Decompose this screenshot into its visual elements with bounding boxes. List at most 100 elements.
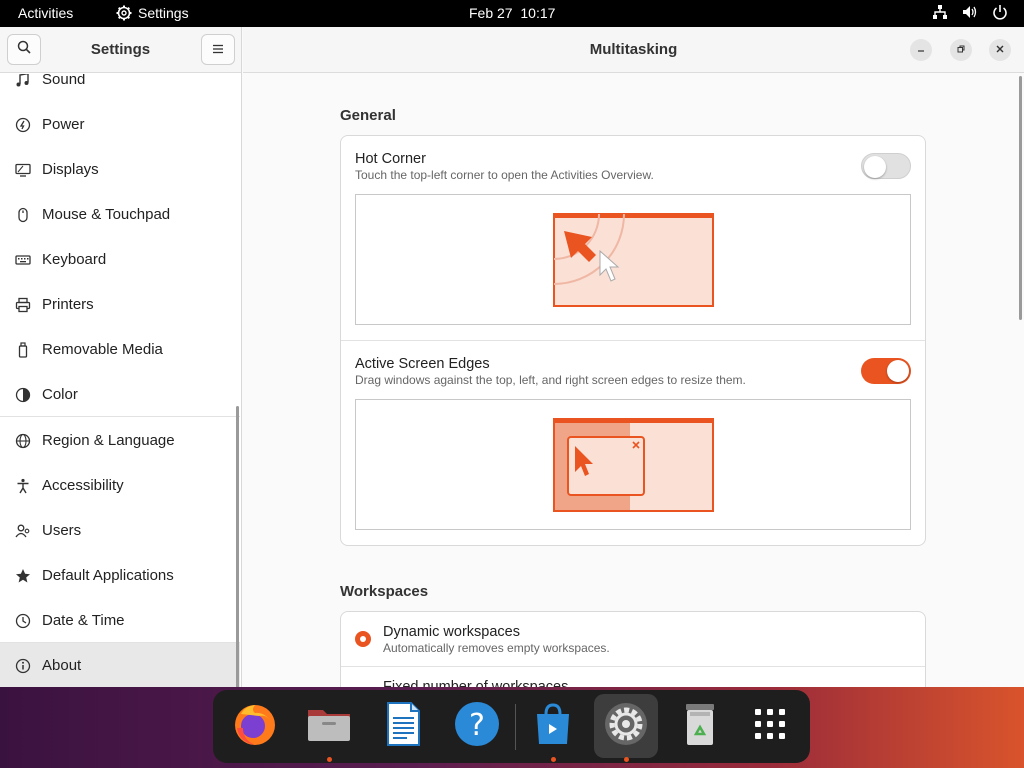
system-tray[interactable]	[932, 4, 1008, 20]
sidebar-item-label: Accessibility	[42, 477, 124, 494]
sidebar-item-color[interactable]: Color	[0, 372, 240, 417]
power-icon[interactable]	[992, 4, 1008, 20]
content-scrollbar[interactable]	[1019, 76, 1022, 320]
sidebar-item-label: Mouse & Touchpad	[42, 206, 171, 223]
active-edges-preview	[355, 399, 911, 530]
sidebar-header: Settings	[0, 27, 241, 73]
sidebar-item-label: Printers	[42, 296, 94, 313]
sidebar-item-label: Power	[42, 116, 85, 133]
main-header: Multitasking	[243, 27, 1024, 73]
active-edges-title: Active Screen Edges	[355, 356, 490, 372]
sidebar-item-label: Displays	[42, 161, 99, 178]
minimize-icon	[916, 41, 926, 59]
running-indicator	[624, 757, 629, 762]
sidebar: Settings Sound Power Displays Mouse & To…	[0, 27, 242, 687]
help-icon: ?	[453, 700, 501, 753]
color-icon	[12, 387, 34, 403]
printer-icon	[12, 297, 34, 313]
switch-knob	[887, 360, 909, 382]
close-button[interactable]	[989, 39, 1011, 61]
minimize-button[interactable]	[910, 39, 932, 61]
star-icon	[12, 568, 34, 584]
usb-drive-icon	[12, 341, 34, 358]
sidebar-scrollbar[interactable]	[236, 406, 239, 687]
maximize-button[interactable]	[950, 39, 972, 61]
general-card: Hot Corner Touch the top-left corner to …	[340, 135, 926, 546]
section-title-workspaces: Workspaces	[340, 583, 429, 600]
main-content[interactable]: General Hot Corner Touch the top-left co…	[243, 74, 1024, 687]
hot-corner-preview	[355, 194, 911, 325]
sidebar-item-date-time[interactable]: Date & Time	[0, 598, 240, 643]
dock-help[interactable]: ?	[445, 694, 509, 758]
dock-separator	[515, 704, 516, 750]
row-separator	[341, 666, 925, 667]
software-icon	[529, 700, 577, 753]
section-title-general: General	[340, 107, 396, 124]
clock-date: Feb 27	[469, 5, 513, 21]
dynamic-workspaces-radio[interactable]	[355, 631, 371, 647]
app-grid-icon	[753, 707, 787, 746]
active-edges-subtitle: Drag windows against the top, left, and …	[355, 373, 746, 387]
display-icon	[12, 162, 34, 178]
sidebar-item-region-language[interactable]: Region & Language	[0, 418, 240, 463]
sidebar-item-mouse-touchpad[interactable]: Mouse & Touchpad	[0, 192, 240, 237]
dock-writer[interactable]	[371, 694, 435, 758]
active-edges-illustration	[553, 418, 714, 512]
sidebar-item-power[interactable]: Power	[0, 102, 240, 147]
running-indicator	[551, 757, 556, 762]
sidebar-item-printers[interactable]: Printers	[0, 282, 240, 327]
dock-settings[interactable]	[594, 694, 658, 762]
sidebar-list[interactable]: Sound Power Displays Mouse & Touchpad Ke…	[0, 74, 240, 687]
gear-icon	[116, 5, 132, 21]
activities-button[interactable]: Activities	[18, 5, 73, 21]
clock-time: 10:17	[520, 5, 556, 21]
workspaces-card: Dynamic workspaces Automatically removes…	[340, 611, 926, 687]
writer-icon	[379, 700, 427, 753]
sidebar-item-accessibility[interactable]: Accessibility	[0, 463, 240, 508]
sidebar-item-removable-media[interactable]: Removable Media	[0, 327, 240, 372]
sidebar-item-users[interactable]: Users	[0, 508, 240, 553]
app-menu[interactable]: Settings	[116, 5, 189, 21]
trash-icon	[676, 700, 724, 753]
dynamic-workspaces-title: Dynamic workspaces	[383, 624, 520, 640]
hot-corner-switch[interactable]	[861, 153, 911, 179]
accessibility-icon	[12, 478, 34, 494]
firefox-icon	[231, 700, 279, 753]
restore-icon	[956, 41, 966, 59]
dock-firefox[interactable]	[223, 694, 287, 758]
dock-files[interactable]	[297, 694, 361, 762]
sidebar-item-label: Keyboard	[42, 251, 107, 268]
power-icon	[12, 117, 34, 133]
page-title: Multitasking	[589, 41, 678, 58]
volume-icon[interactable]	[962, 4, 978, 20]
running-indicator	[327, 757, 332, 762]
clock[interactable]: Feb 27 10:17	[469, 5, 555, 21]
radio-dot	[360, 636, 366, 642]
hot-corner-title: Hot Corner	[355, 151, 426, 167]
info-icon	[12, 658, 34, 674]
hamburger-icon	[212, 41, 224, 59]
users-icon	[12, 523, 34, 539]
clock-icon	[12, 613, 34, 629]
network-icon[interactable]	[932, 4, 948, 20]
sidebar-item-label: Region & Language	[42, 432, 175, 449]
dock-software[interactable]	[521, 694, 585, 762]
fixed-workspaces-title: Fixed number of workspaces	[383, 679, 569, 687]
active-edges-switch[interactable]	[861, 358, 911, 384]
sidebar-separator	[0, 416, 240, 417]
sidebar-item-default-applications[interactable]: Default Applications	[0, 553, 240, 598]
dock-trash[interactable]	[668, 694, 732, 758]
dock: ?	[213, 690, 810, 763]
sidebar-item-label: Default Applications	[42, 567, 174, 584]
settings-window: Settings Sound Power Displays Mouse & To…	[0, 27, 1024, 687]
dock-app-grid[interactable]	[738, 694, 802, 758]
main-menu-button[interactable]	[201, 34, 235, 65]
hot-corner-illustration	[553, 213, 714, 307]
globe-icon	[12, 433, 34, 449]
sidebar-item-keyboard[interactable]: Keyboard	[0, 237, 240, 282]
sidebar-item-sound[interactable]: Sound	[0, 74, 240, 102]
sidebar-item-about[interactable]: About	[0, 643, 240, 687]
sidebar-item-label: Sound	[42, 74, 86, 88]
sidebar-item-label: Date & Time	[42, 612, 125, 629]
sidebar-item-displays[interactable]: Displays	[0, 147, 240, 192]
